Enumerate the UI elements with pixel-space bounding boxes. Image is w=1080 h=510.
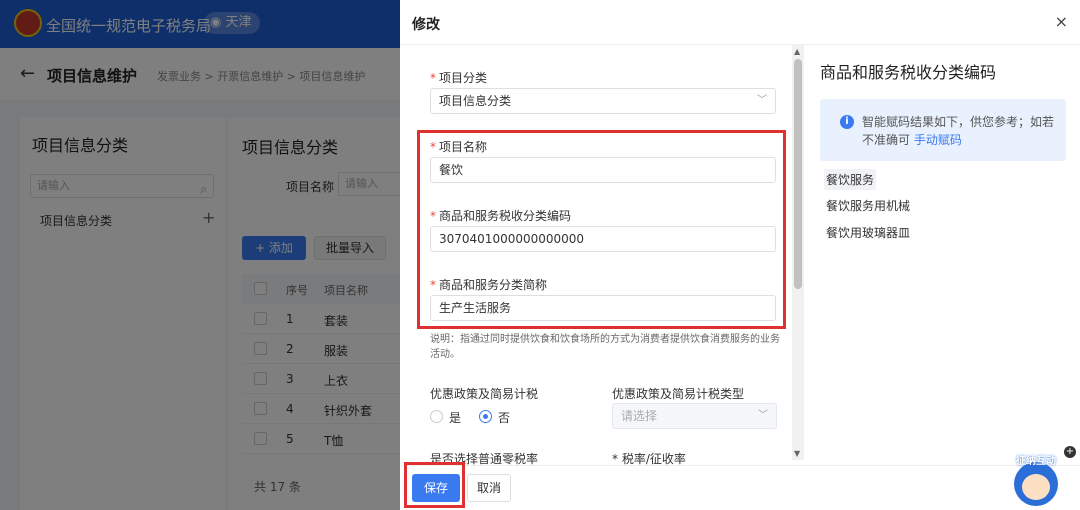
form-scrollbar[interactable]: ▲ ▼ <box>792 45 804 460</box>
cancel-button[interactable]: 取消 <box>467 474 511 502</box>
radio-yes[interactable] <box>430 410 443 423</box>
drawer-footer: 保存 取消 <box>400 465 1080 510</box>
tax-code-suggestion-panel: 商品和服务税收分类编码 i 智能赋码结果如下，供您参考；如若不准确可 手动赋码 … <box>804 45 1080 465</box>
project-name-label: * 项目名称 <box>430 140 488 154</box>
suggestion-panel-title: 商品和服务税收分类编码 <box>820 63 997 82</box>
info-alert: i 智能赋码结果如下，供您参考；如若不准确可 手动赋码 <box>820 99 1066 161</box>
suggestion-item[interactable]: 餐饮服务用机械 <box>824 195 912 216</box>
project-name-input[interactable]: 餐饮 <box>430 157 776 183</box>
preferential-type-select: 请选择 ﹀ <box>612 403 777 429</box>
tax-code-label: * 商品和服务税收分类编码 <box>430 209 572 223</box>
assistant-mascot[interactable]: 征纳互动 <box>1008 452 1064 506</box>
chevron-down-icon: ﹀ <box>757 95 767 106</box>
preferential-label: 优惠政策及简易计税 <box>430 387 539 401</box>
info-text: 智能赋码结果如下，供您参考；如若不准确可 手动赋码 <box>862 115 1055 147</box>
scrollbar-thumb[interactable] <box>794 59 802 289</box>
drawer-header: 修改 × <box>400 0 1080 45</box>
short-name-input[interactable]: 生产生活服务 <box>430 295 776 321</box>
mascot-face <box>1022 474 1050 500</box>
tax-rate-label: * 税率/征收率 <box>612 452 686 465</box>
radio-no[interactable] <box>479 410 492 423</box>
mascot-expand-icon[interactable]: + <box>1064 446 1076 458</box>
edit-form: * 项目分类 项目信息分类 ﹀ * 项目名称 餐饮 * 商品和服务税收分类编码 307… <box>400 45 792 465</box>
radio-no-label[interactable]: 否 <box>498 409 510 426</box>
manual-assign-link[interactable]: 手动赋码 <box>914 133 962 147</box>
preferential-type-label: 优惠政策及简易计税类型 <box>612 387 745 401</box>
category-description: 说明：指通过同时提供饮食和饮食场所的方式为消费者提供饮食消费服务的业务活动。 <box>430 334 780 360</box>
drawer-title: 修改 <box>412 17 440 33</box>
preferential-type-placeholder: 请选择 <box>621 409 658 423</box>
suggestion-item[interactable]: 餐饮用玻璃器皿 <box>824 222 912 243</box>
mascot-label: 征纳互动 <box>1016 456 1056 467</box>
short-name-label: * 商品和服务分类简称 <box>430 278 548 292</box>
scroll-down-icon[interactable]: ▼ <box>794 449 800 458</box>
tax-code-input[interactable]: 3070401000000000000 <box>430 226 776 252</box>
chevron-down-icon: ﹀ <box>758 410 768 421</box>
suggestion-item[interactable]: 餐饮服务 <box>824 169 877 190</box>
edit-drawer: 修改 × * 项目分类 项目信息分类 ﹀ * 项目名称 餐饮 * 商品和服务税收分类编… <box>400 0 1080 510</box>
close-icon[interactable]: × <box>1055 12 1068 31</box>
category-select[interactable]: 项目信息分类 ﹀ <box>430 88 776 114</box>
category-value: 项目信息分类 <box>439 94 512 108</box>
category-label: * 项目分类 <box>430 71 488 85</box>
info-icon: i <box>840 115 854 129</box>
annotation-highlight-save <box>404 462 465 508</box>
radio-yes-label[interactable]: 是 <box>449 409 461 426</box>
scroll-up-icon[interactable]: ▲ <box>794 47 800 56</box>
